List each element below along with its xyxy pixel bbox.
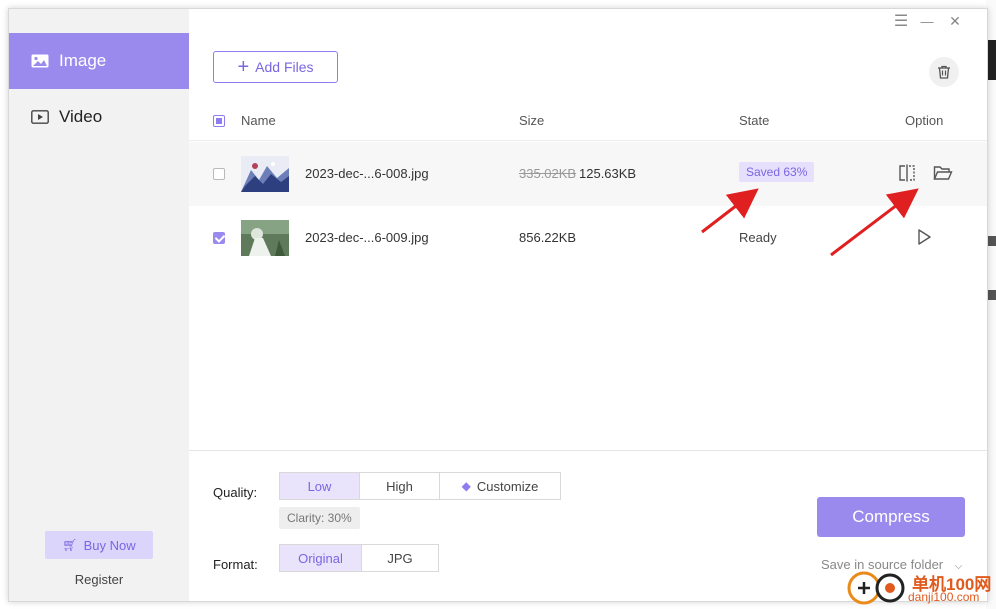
- status-text: Ready: [739, 230, 777, 245]
- quality-label: Quality:: [213, 485, 258, 500]
- format-jpg-option[interactable]: JPG: [362, 545, 438, 571]
- file-name: 2023-dec-...6-008.jpg: [305, 166, 429, 181]
- file-name: 2023-dec-...6-009.jpg: [305, 230, 429, 245]
- format-original-option[interactable]: Original: [280, 545, 362, 571]
- customize-label: Customize: [476, 478, 539, 494]
- original-size: 856.22KB: [519, 230, 577, 245]
- table-row[interactable]: 2023-dec-...6-008.jpg 335.02KB 125.63KB …: [189, 142, 987, 206]
- close-icon[interactable]: ✕: [943, 11, 967, 31]
- table-row[interactable]: 2023-dec-...6-009.jpg 856.22KB Ready: [189, 206, 987, 270]
- sidebar-item-video[interactable]: Video: [9, 89, 189, 145]
- format-label: Format:: [213, 557, 258, 572]
- buy-now-label: Buy Now: [83, 537, 136, 553]
- format-selector: Original JPG: [279, 544, 439, 572]
- cart-icon: 🛒︎: [62, 538, 78, 552]
- column-header-size: Size: [519, 113, 545, 128]
- table-header: Name Size State Option: [189, 101, 987, 141]
- quality-customize-option[interactable]: ◆ Customize: [440, 473, 560, 499]
- register-link[interactable]: Register: [45, 572, 153, 587]
- background-glyph: [988, 236, 996, 246]
- quality-high-option[interactable]: High: [360, 473, 440, 499]
- add-files-button[interactable]: + Add Files: [213, 51, 338, 83]
- compress-button[interactable]: Compress: [817, 497, 965, 537]
- compare-icon[interactable]: [897, 164, 917, 185]
- background-glyph: [988, 40, 996, 80]
- sidebar-item-image[interactable]: Image: [9, 33, 189, 89]
- sidebar: Image Video 🛒︎ Buy Now Register: [9, 9, 189, 601]
- open-folder-icon[interactable]: [933, 164, 953, 185]
- add-files-label: Add Files: [255, 59, 314, 75]
- quality-low-option[interactable]: Low: [280, 473, 360, 499]
- watermark-url: danji100.com: [908, 590, 980, 604]
- minimize-icon[interactable]: —: [915, 11, 939, 31]
- plus-icon: +: [237, 56, 250, 78]
- compressed-size: 125.63KB: [579, 166, 637, 181]
- file-thumbnail: [241, 156, 289, 192]
- app-window: Image Video 🛒︎ Buy Now Register ☰ — ✕ + …: [8, 8, 988, 602]
- column-header-state: State: [739, 113, 770, 128]
- video-icon: [31, 110, 49, 124]
- original-size: 335.02KB: [519, 166, 577, 181]
- delete-all-button[interactable]: [929, 57, 959, 87]
- sidebar-item-label: Video: [59, 107, 103, 126]
- clarity-badge: Clarity: 30%: [279, 507, 360, 529]
- image-icon: [31, 54, 49, 68]
- status-badge: Saved 63%: [739, 162, 815, 182]
- background-glyph: [988, 290, 996, 300]
- row-checkbox[interactable]: [213, 168, 225, 180]
- select-all-checkbox[interactable]: [213, 115, 225, 127]
- row-checkbox[interactable]: [213, 232, 225, 244]
- sidebar-item-label: Image: [59, 51, 107, 70]
- play-icon[interactable]: [915, 228, 933, 249]
- buy-now-button[interactable]: 🛒︎ Buy Now: [45, 531, 153, 559]
- quality-selector: Low High ◆ Customize: [279, 472, 561, 500]
- column-header-name: Name: [241, 113, 276, 128]
- trash-icon: [938, 65, 950, 79]
- file-thumbnail: [241, 220, 289, 256]
- diamond-icon: ◆: [461, 479, 471, 493]
- menu-icon[interactable]: ☰: [889, 11, 913, 31]
- column-header-option: Option: [905, 113, 944, 128]
